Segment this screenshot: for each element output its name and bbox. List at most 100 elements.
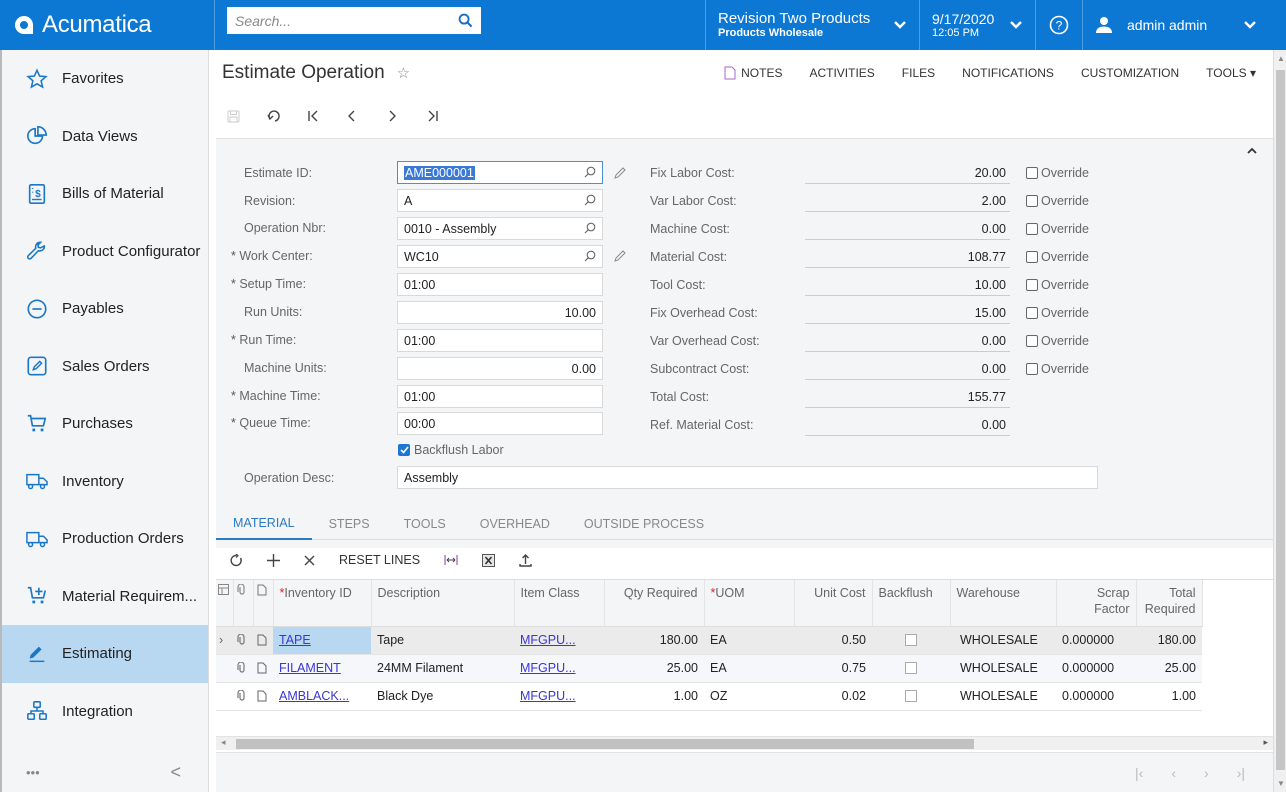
lookup-icon[interactable] [584, 194, 596, 206]
description-cell[interactable]: 24MM Filament [371, 654, 514, 683]
backflush-cell[interactable] [872, 654, 950, 683]
note-icon[interactable] [253, 682, 273, 711]
notifications-button[interactable]: NOTIFICATIONS [962, 66, 1054, 80]
notes-button[interactable]: NOTES [724, 66, 782, 80]
pager-first-button[interactable]: |‹ [1135, 765, 1143, 781]
save-button[interactable] [227, 105, 267, 127]
override-checkbox[interactable]: Override [1026, 362, 1089, 376]
sidebar-item-sales-orders[interactable]: Sales Orders [2, 338, 208, 396]
machine-time-field[interactable]: 01:00 [397, 385, 603, 408]
sidebar-item-favorites[interactable]: Favorites [2, 50, 208, 108]
override-checkbox[interactable]: Override [1026, 194, 1089, 208]
total-required-cell[interactable]: 1.00 [1136, 682, 1202, 711]
col-unit-cost[interactable]: Unit Cost [794, 580, 873, 627]
sidebar-item-data-views[interactable]: Data Views [2, 108, 208, 166]
undo-button[interactable] [267, 105, 307, 127]
override-checkbox[interactable]: Override [1026, 306, 1089, 320]
scrap-factor-cell[interactable]: 0.000000 [1056, 626, 1136, 655]
col-total-required[interactable]: Total Required [1136, 580, 1203, 627]
page-scrollbar-thumb[interactable] [1276, 70, 1285, 770]
help-button[interactable]: ? [1035, 0, 1082, 50]
fit-columns-button[interactable] [444, 542, 458, 578]
collapse-sidebar-button[interactable]: < [170, 762, 181, 783]
queue-time-field[interactable]: 00:00 [397, 412, 603, 435]
pager-prev-button[interactable]: ‹ [1171, 765, 1176, 781]
pager-last-button[interactable]: ›| [1237, 765, 1245, 781]
customization-button[interactable]: CUSTOMIZATION [1081, 66, 1179, 80]
unit-cost-cell[interactable]: 0.02 [794, 682, 872, 711]
item-class-link[interactable]: MFGPU... [520, 661, 576, 675]
col-warehouse[interactable]: Warehouse [950, 580, 1057, 627]
scroll-down-arrow[interactable]: ▼ [1277, 779, 1285, 788]
backflush-labor-checkbox[interactable]: Backflush Labor [398, 443, 504, 457]
page-vertical-scrollbar[interactable]: ▲ ▼ [1273, 50, 1286, 792]
col-scrap-factor[interactable]: Scrap Factor [1056, 580, 1137, 627]
sidebar-item-integration[interactable]: Integration [2, 683, 208, 741]
tools-menu-button[interactable]: TOOLS ▾ [1206, 66, 1256, 80]
sidebar-item-inventory[interactable]: Inventory [2, 453, 208, 511]
sidebar-item-payables[interactable]: Payables [2, 280, 208, 338]
col-description[interactable]: Description [371, 580, 515, 627]
activities-button[interactable]: ACTIVITIES [809, 66, 874, 80]
favorite-star-icon[interactable]: ☆ [397, 64, 410, 82]
override-checkbox[interactable]: Override [1026, 166, 1089, 180]
inventory-id-cell[interactable]: FILAMENT [273, 654, 371, 683]
total-required-cell[interactable]: 25.00 [1136, 654, 1202, 683]
unit-cost-cell[interactable]: 0.75 [794, 654, 872, 683]
qty-required-cell[interactable]: 1.00 [604, 682, 704, 711]
files-button[interactable]: FILES [902, 66, 935, 80]
attachment-icon[interactable] [233, 654, 253, 683]
machine-units-field[interactable]: 0.00 [397, 357, 603, 380]
qty-required-cell[interactable]: 180.00 [604, 626, 704, 655]
scroll-left-arrow[interactable]: ◂ [221, 737, 226, 748]
override-checkbox[interactable]: Override [1026, 334, 1089, 348]
search-icon[interactable] [458, 13, 473, 28]
export-excel-button[interactable] [482, 542, 496, 578]
logo[interactable]: Acumatica [0, 0, 215, 50]
first-record-button[interactable] [307, 105, 347, 127]
tab-steps[interactable]: STEPS [312, 508, 387, 540]
item-class-link[interactable]: MFGPU... [520, 633, 576, 647]
table-row[interactable]: AMBLACK... Black Dye MFGPU... 1.00 OZ 0.02 WHO… [216, 682, 1202, 711]
search-input[interactable]: Search... [227, 7, 481, 34]
delete-row-button[interactable] [304, 542, 315, 578]
inventory-id-link[interactable]: TAPE [279, 633, 311, 647]
company-selector[interactable]: Revision Two Products Products Wholesale [705, 0, 919, 50]
note-icon[interactable] [253, 654, 273, 683]
operation-nbr-field[interactable]: 0010 - Assembly [397, 217, 603, 240]
sidebar-item-production-orders[interactable]: Production Orders [2, 510, 208, 568]
total-required-cell[interactable]: 180.00 [1136, 626, 1202, 655]
scrap-factor-cell[interactable]: 0.000000 [1056, 654, 1136, 683]
qty-required-cell[interactable]: 25.00 [604, 654, 704, 683]
add-row-button[interactable] [267, 542, 280, 578]
description-cell[interactable]: Black Dye [371, 682, 514, 711]
tab-material[interactable]: MATERIAL [216, 508, 312, 540]
lookup-icon[interactable] [584, 222, 596, 234]
item-class-cell[interactable]: MFGPU... [514, 654, 604, 683]
col-item-class[interactable]: Item Class [514, 580, 605, 627]
setup-time-field[interactable]: 01:00 [397, 273, 603, 296]
tab-tools[interactable]: TOOLS [387, 508, 463, 540]
override-checkbox[interactable]: Override [1026, 278, 1089, 292]
row-selector[interactable] [216, 654, 233, 683]
scrollbar-thumb[interactable] [236, 739, 974, 749]
date-selector[interactable]: 9/17/2020 12:05 PM [919, 0, 1035, 50]
upload-button[interactable] [519, 542, 532, 578]
collapse-form-button[interactable] [1247, 147, 1257, 154]
sidebar-item-product-configurator[interactable]: Product Configurator [2, 223, 208, 281]
operation-desc-field[interactable]: Assembly [397, 466, 1098, 489]
scrap-factor-cell[interactable]: 0.000000 [1056, 682, 1136, 711]
col-uom[interactable]: *UOM [704, 580, 795, 627]
column-settings-icon[interactable] [216, 580, 234, 627]
sidebar-item-bills-of-material[interactable]: $ Bills of Material [2, 165, 208, 223]
warehouse-cell[interactable]: WHOLESALE [950, 626, 1056, 655]
unit-cost-cell[interactable]: 0.50 [794, 626, 872, 655]
next-record-button[interactable] [387, 105, 427, 127]
scroll-up-arrow[interactable]: ▲ [1277, 54, 1285, 63]
note-icon[interactable] [253, 626, 273, 655]
col-backflush[interactable]: Backflush [872, 580, 951, 627]
horizontal-scrollbar[interactable]: ◂ ▸ [216, 736, 1273, 750]
warehouse-cell[interactable]: WHOLESALE [950, 682, 1056, 711]
col-inventory-id[interactable]: *Inventory ID [273, 580, 372, 627]
description-cell[interactable]: Tape [371, 626, 514, 655]
